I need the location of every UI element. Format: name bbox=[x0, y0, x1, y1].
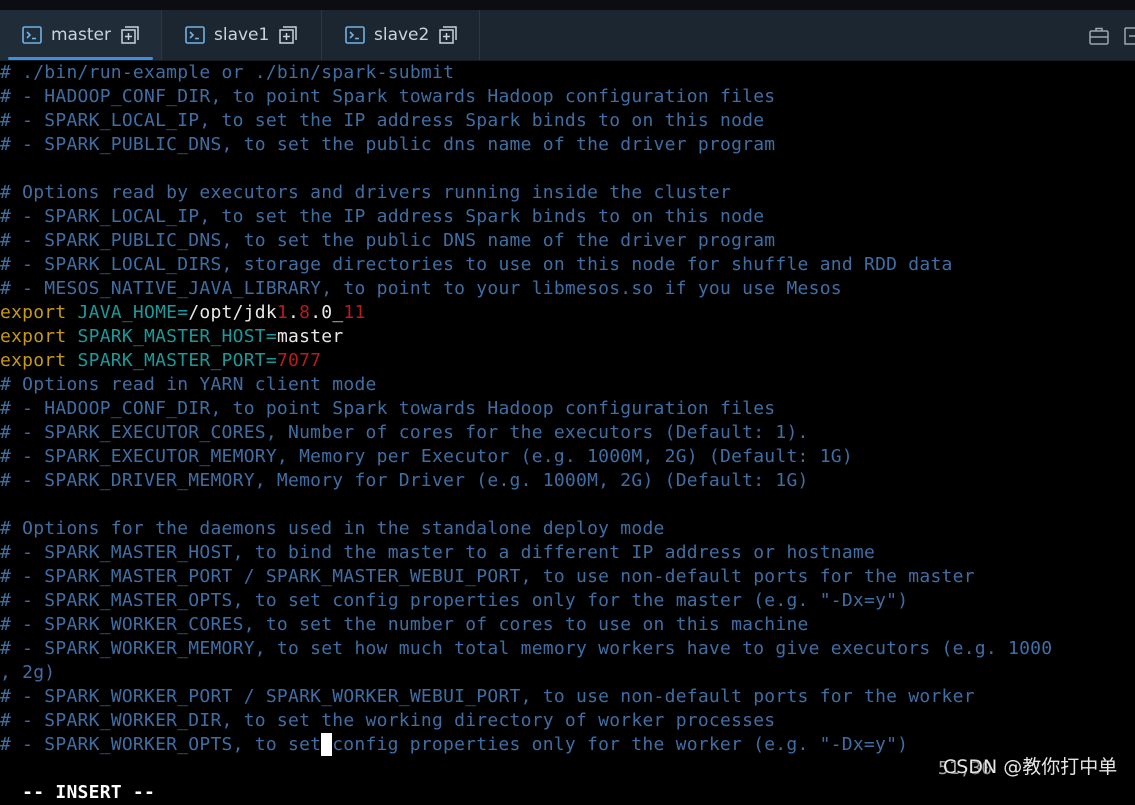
tab-slave2[interactable]: slave2 bbox=[323, 10, 480, 60]
terminal-line: # - SPARK_LOCAL_IP, to set the IP addres… bbox=[0, 205, 764, 229]
code-token: # - SPARK_EXECUTOR_CORES, Number of core… bbox=[0, 422, 809, 443]
terminal-line: export JAVA_HOME=/opt/jdk1.8.0_11 bbox=[0, 301, 366, 325]
code-token: 11 bbox=[343, 302, 366, 323]
terminal-line: # - SPARK_WORKER_PORT / SPARK_WORKER_WEB… bbox=[0, 685, 975, 709]
terminal-line: # - SPARK_MASTER_PORT / SPARK_MASTER_WEB… bbox=[0, 565, 975, 589]
tab-label: slave1 bbox=[214, 25, 270, 45]
tab-slave1[interactable]: slave1 bbox=[163, 10, 322, 60]
code-token: # ./bin/run-example or ./bin/spark-submi… bbox=[0, 62, 455, 83]
code-token: # - SPARK_MASTER_OPTS, to set config pro… bbox=[0, 590, 909, 611]
code-token: # - SPARK_WORKER_MEMORY, to set how much… bbox=[0, 638, 1053, 659]
code-token: export bbox=[0, 326, 67, 347]
code-token: # - HADOOP_CONF_DIR, to point Spark towa… bbox=[0, 398, 776, 419]
terminal-icon bbox=[22, 26, 42, 44]
code-token: /opt/jdk bbox=[188, 302, 277, 323]
terminal-line: # Options read in YARN client mode bbox=[0, 373, 377, 397]
terminal-line: # - SPARK_EXECUTOR_MEMORY, Memory per Ex… bbox=[0, 445, 853, 469]
terminal-line: # - SPARK_PUBLIC_DNS, to set the public … bbox=[0, 133, 775, 157]
code-token: JAVA_HOME= bbox=[66, 302, 189, 323]
code-token: # Options read in YARN client mode bbox=[0, 374, 377, 395]
tab-label: master bbox=[51, 25, 111, 45]
terminal-line: # - HADOOP_CONF_DIR, to point Spark towa… bbox=[0, 85, 775, 109]
code-token: # - SPARK_LOCAL_IP, to set the IP addres… bbox=[0, 206, 765, 227]
vim-mode-indicator: -- INSERT -- bbox=[0, 757, 155, 803]
terminal-line: # - MESOS_NATIVE_JAVA_LIBRARY, to point … bbox=[0, 277, 842, 301]
insert-mode-label: -- INSERT -- bbox=[22, 782, 156, 803]
code-token: # - SPARK_DRIVER_MEMORY, Memory for Driv… bbox=[0, 470, 809, 491]
code-token: # - HADOOP_CONF_DIR, to point Spark towa… bbox=[0, 86, 776, 107]
code-token: # - MESOS_NATIVE_JAVA_LIBRARY, to point … bbox=[0, 278, 842, 299]
tab-label: slave2 bbox=[374, 25, 430, 45]
split-view-icon[interactable] bbox=[1124, 27, 1135, 45]
code-token: 7077 bbox=[276, 350, 322, 371]
terminal-icon bbox=[185, 26, 205, 44]
csdn-watermark: CSDN @教你打中单 bbox=[943, 756, 1118, 778]
code-token: # Options for the daemons used in the st… bbox=[0, 518, 665, 539]
code-token: SPARK_MASTER_PORT= bbox=[66, 350, 277, 371]
duplicate-icon[interactable] bbox=[439, 26, 458, 44]
terminal-line: # - SPARK_MASTER_HOST, to bind the maste… bbox=[0, 541, 875, 565]
terminal-icon bbox=[345, 26, 365, 44]
terminal-line: # - SPARK_WORKER_OPTS, to set config prop… bbox=[0, 733, 908, 757]
code-token: # - SPARK_EXECUTOR_MEMORY, Memory per Ex… bbox=[0, 446, 853, 467]
code-token: SPARK_MASTER_HOST= bbox=[66, 326, 277, 347]
code-token: # - SPARK_PUBLIC_DNS, to set the public … bbox=[0, 230, 776, 251]
terminal-editor[interactable]: # ./bin/run-example or ./bin/spark-submi… bbox=[0, 61, 1135, 785]
terminal-line: # Options for the daemons used in the st… bbox=[0, 517, 665, 541]
duplicate-icon[interactable] bbox=[121, 26, 139, 44]
code-token: # - SPARK_MASTER_HOST, to bind the maste… bbox=[0, 542, 876, 563]
code-token: , 2g) bbox=[0, 662, 56, 683]
terminal-line: # - SPARK_PUBLIC_DNS, to set the public … bbox=[0, 229, 775, 253]
tab-master[interactable]: master bbox=[0, 10, 162, 60]
code-token: export bbox=[0, 302, 67, 323]
code-token: # - SPARK_LOCAL_DIRS, storage directorie… bbox=[0, 254, 953, 275]
code-token: . bbox=[288, 302, 300, 323]
terminal-line: # - SPARK_WORKER_DIR, to set the working… bbox=[0, 709, 775, 733]
terminal-line: export SPARK_MASTER_HOST=master bbox=[0, 325, 343, 349]
terminal-line: # - SPARK_MASTER_OPTS, to set config pro… bbox=[0, 589, 908, 613]
terminal-line: # ./bin/run-example or ./bin/spark-submi… bbox=[0, 61, 454, 85]
text-cursor bbox=[321, 733, 333, 756]
code-token: # - SPARK_MASTER_PORT / SPARK_MASTER_WEB… bbox=[0, 566, 975, 587]
terminal-line: # - HADOOP_CONF_DIR, to point Spark towa… bbox=[0, 397, 775, 421]
code-token: export bbox=[0, 350, 67, 371]
code-token: # - SPARK_PUBLIC_DNS, to set the public … bbox=[0, 134, 776, 155]
terminal-line: export SPARK_MASTER_PORT=7077 bbox=[0, 349, 321, 373]
terminal-line: # - SPARK_WORKER_CORES, to set the numbe… bbox=[0, 613, 809, 637]
duplicate-icon[interactable] bbox=[279, 26, 298, 44]
code-token: .0_ bbox=[310, 302, 344, 323]
code-token: 1 bbox=[276, 302, 289, 323]
session-tab-bar: master slave1 slave2 bbox=[0, 10, 1135, 61]
terminal-line: # - SPARK_DRIVER_MEMORY, Memory for Driv… bbox=[0, 469, 809, 493]
code-token: # - SPARK_WORKER_OPTS, to set bbox=[0, 734, 322, 755]
code-token: master bbox=[276, 326, 344, 347]
terminal-line: # - SPARK_LOCAL_DIRS, storage directorie… bbox=[0, 253, 953, 277]
code-token: # Options read by executors and drivers … bbox=[0, 182, 732, 203]
code-token: # - SPARK_LOCAL_IP, to set the IP addres… bbox=[0, 110, 765, 131]
code-token: # - SPARK_WORKER_PORT / SPARK_WORKER_WEB… bbox=[0, 686, 975, 707]
terminal-line: # - SPARK_LOCAL_IP, to set the IP addres… bbox=[0, 109, 764, 133]
code-token: # - SPARK_WORKER_DIR, to set the working… bbox=[0, 710, 776, 731]
code-token: # - SPARK_WORKER_CORES, to set the numbe… bbox=[0, 614, 809, 635]
window-top-strip bbox=[0, 0, 1135, 10]
terminal-line: , 2g) bbox=[0, 661, 55, 685]
briefcase-icon[interactable] bbox=[1089, 27, 1109, 45]
terminal-line: # - SPARK_EXECUTOR_CORES, Number of core… bbox=[0, 421, 809, 445]
code-token: 8 bbox=[299, 302, 311, 323]
terminal-line: # - SPARK_WORKER_MEMORY, to set how much… bbox=[0, 637, 1052, 661]
terminal-line: # Options read by executors and drivers … bbox=[0, 181, 731, 205]
code-token: config properties only for the worker (e… bbox=[332, 734, 909, 755]
